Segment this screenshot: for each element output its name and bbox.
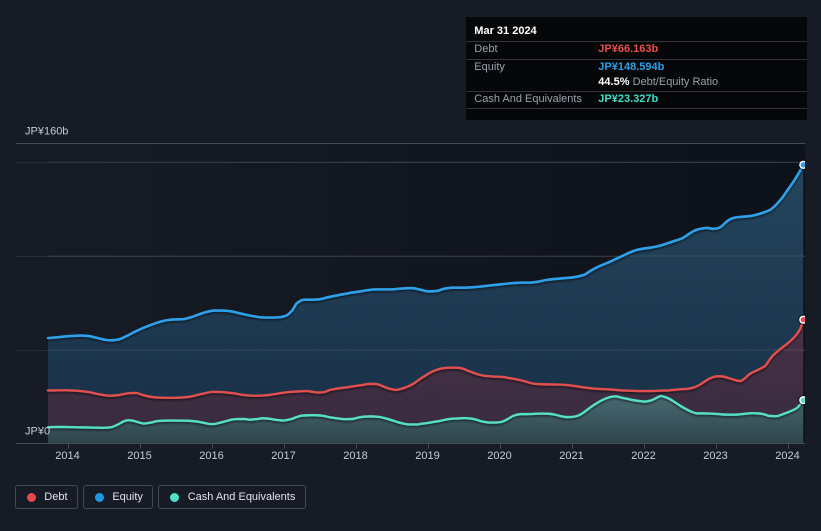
svg-text:2014: 2014 [55, 450, 79, 462]
svg-text:2015: 2015 [127, 450, 151, 462]
svg-text:2023: 2023 [703, 450, 727, 462]
svg-text:JP¥160b: JP¥160b [25, 126, 68, 138]
svg-text:2017: 2017 [271, 450, 295, 462]
svg-text:2021: 2021 [559, 450, 583, 462]
svg-text:2018: 2018 [343, 450, 367, 462]
svg-text:2022: 2022 [631, 450, 655, 462]
svg-text:2024: 2024 [775, 450, 799, 462]
svg-text:JP¥0: JP¥0 [25, 426, 50, 438]
svg-text:2019: 2019 [415, 450, 439, 462]
svg-text:2016: 2016 [199, 450, 223, 462]
svg-text:2020: 2020 [487, 450, 511, 462]
